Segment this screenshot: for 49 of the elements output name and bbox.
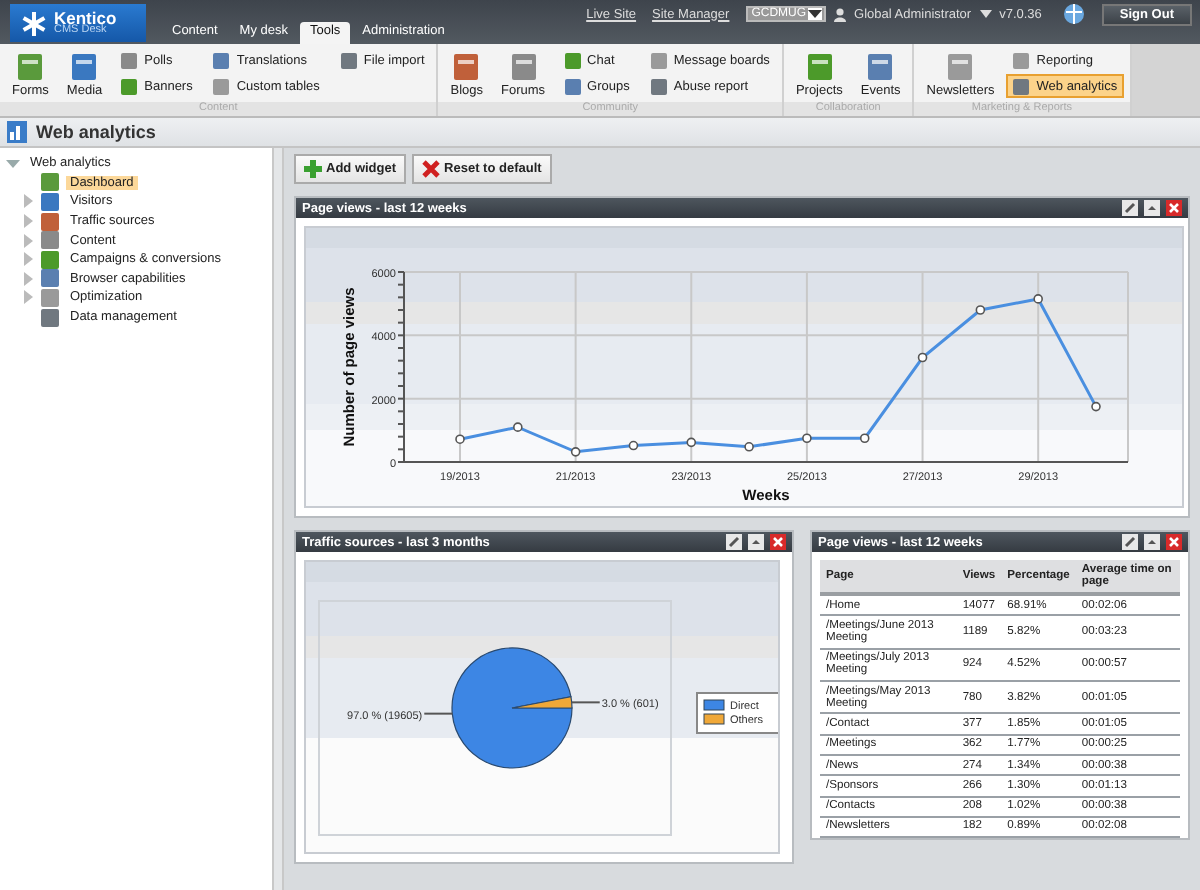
close-icon[interactable] [1166,200,1182,216]
app-icon [946,52,975,82]
settings-icon[interactable] [1122,200,1138,216]
tile-icon [40,268,60,289]
tile-icon [40,211,60,232]
tile-icon [40,249,60,270]
settings-icon[interactable] [726,534,742,550]
leader-line [423,712,454,715]
plus-icon [304,160,322,178]
snowflake-icon [20,9,48,37]
minimize-icon[interactable] [748,534,764,550]
caret-icon [808,8,823,20]
data-point [628,440,639,451]
data-point [455,434,465,444]
app-icon [452,52,481,82]
settings-icon[interactable] [1122,534,1138,550]
data-point [744,442,754,452]
close-icon[interactable] [770,534,786,550]
caret-icon [979,9,992,19]
app-icon [16,52,45,82]
data-point [570,447,581,457]
cross-icon [422,160,441,178]
minimize-icon[interactable] [1144,200,1160,216]
globe-icon[interactable] [1061,2,1086,26]
tile-icon [40,230,60,251]
app-icon [70,52,99,82]
logo-title: Kentico [54,9,117,26]
data-point [917,352,928,363]
page-title: Web analytics [36,122,156,142]
app-icon [509,52,538,82]
data-point [686,437,697,448]
data-point [1091,401,1101,412]
data-point [802,433,812,444]
close-icon[interactable] [1166,534,1182,550]
minimize-icon[interactable] [1144,534,1160,550]
data-point [859,433,870,444]
app-icon [866,52,895,82]
leader-line [570,701,601,704]
tile-icon [40,287,60,308]
user-icon [834,7,847,21]
tile-icon [40,191,60,212]
app-icon [805,52,834,82]
ribbon-background [1131,44,1200,116]
data-point [1033,294,1043,304]
tile-icon [40,307,60,328]
data-point [975,305,986,315]
app-icon [339,51,358,69]
tile-icon [40,172,60,193]
data-point [513,422,523,432]
